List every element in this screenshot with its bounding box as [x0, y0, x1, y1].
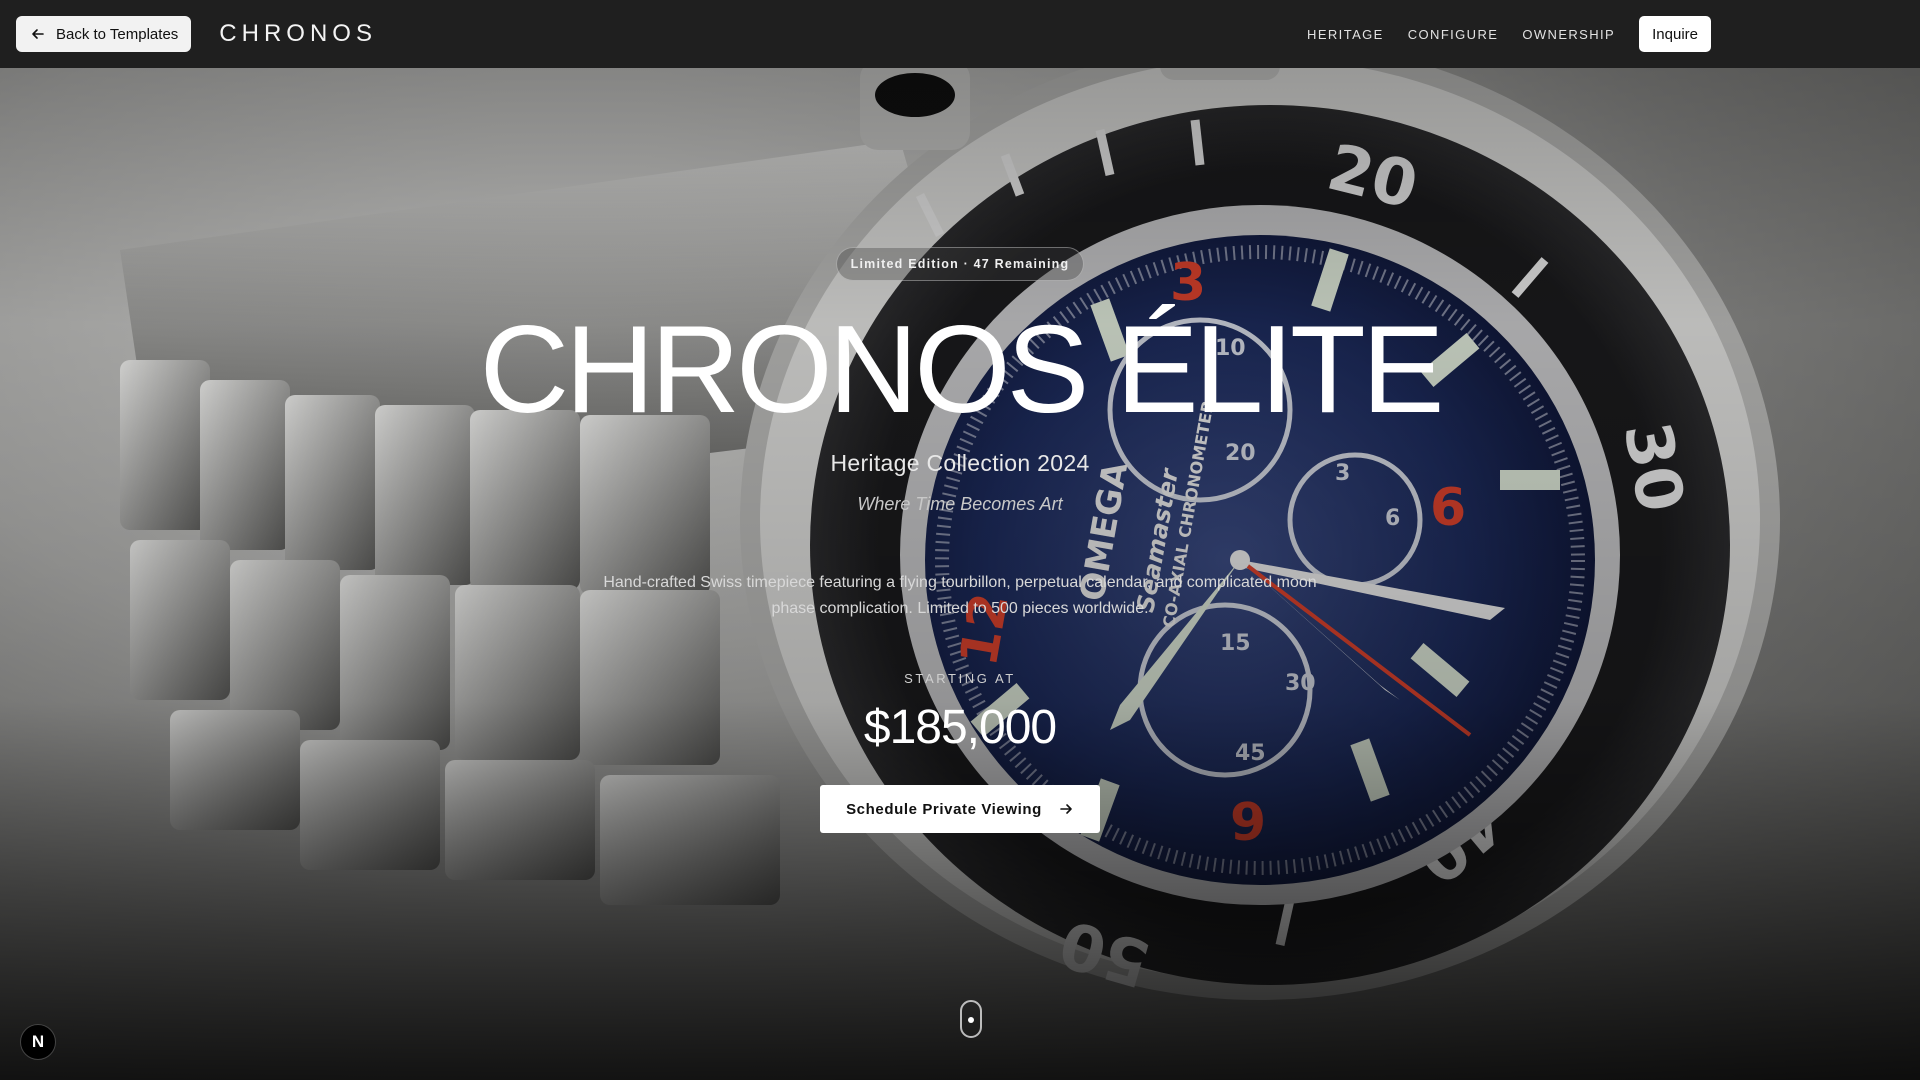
hero-content: Limited Edition · 47 Remaining CHRONOS É… [0, 0, 1920, 1080]
hero-tagline: Where Time Becomes Art [857, 494, 1063, 514]
hero-subtitle: Heritage Collection 2024 [830, 450, 1090, 476]
hero-description: Hand-crafted Swiss timepiece featuring a… [603, 574, 1317, 617]
scroll-dot [968, 1017, 974, 1023]
price-label: STARTING AT [904, 671, 1016, 686]
hero-title: CHRONOS ÉLITE [479, 301, 1445, 439]
dev-tools-badge[interactable]: N [20, 1024, 56, 1060]
price-value: $185,000 [863, 701, 1057, 754]
schedule-viewing-button[interactable]: Schedule Private Viewing [820, 785, 1100, 833]
cta-label: Schedule Private Viewing [846, 800, 1042, 818]
arrow-right-icon [1058, 801, 1074, 817]
scroll-mouse-icon[interactable] [960, 1000, 982, 1038]
limited-edition-badge: Limited Edition · 47 Remaining [836, 247, 1084, 281]
